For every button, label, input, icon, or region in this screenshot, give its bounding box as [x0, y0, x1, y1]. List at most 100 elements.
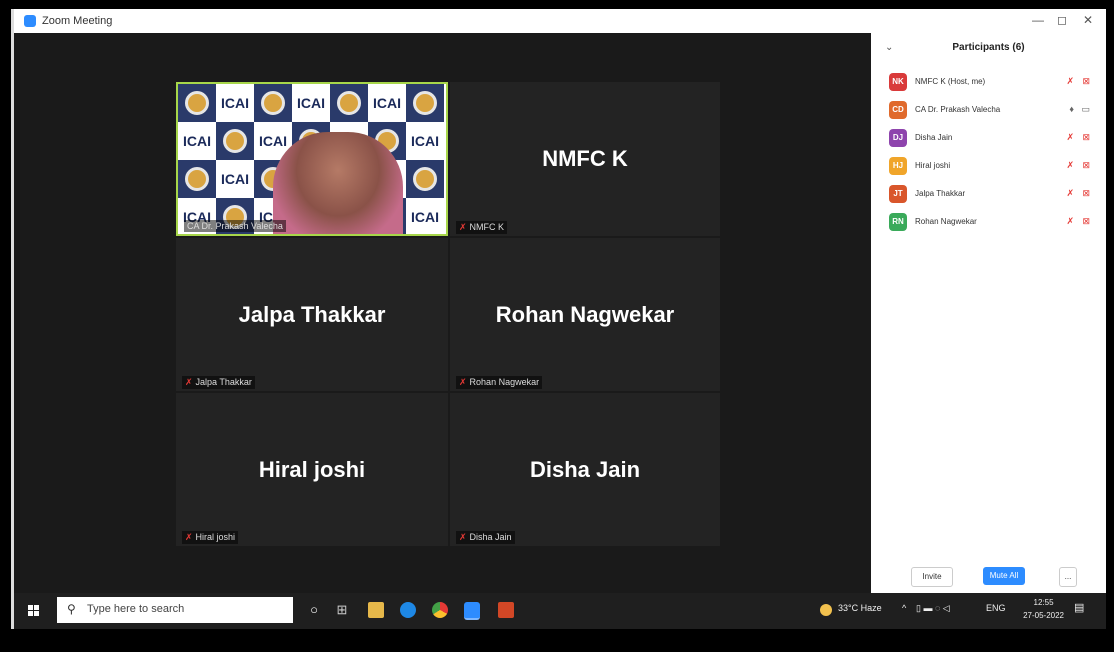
muted-mic-icon[interactable]: ✗ [1066, 132, 1074, 143]
participants-title: Participants (6) [952, 42, 1025, 53]
windows-taskbar: ⚲ Type here to search ○ ⊞ 33°C Haze ^ ▯ … [14, 593, 1106, 629]
muted-mic-icon[interactable]: ✗ [1066, 216, 1074, 227]
muted-mic-icon: ✗ [459, 377, 467, 387]
avatar: RN [889, 213, 907, 231]
video-off-icon[interactable]: ⊠ [1082, 132, 1090, 143]
tray-chevron-icon[interactable]: ^ [902, 603, 906, 613]
video-off-icon[interactable]: ⊠ [1082, 160, 1090, 171]
icai-logo-icon [178, 84, 216, 122]
taskbar-search-box[interactable]: ⚲ Type here to search [57, 597, 293, 623]
title-bar: Zoom Meeting — ◻ ✕ [14, 9, 1106, 33]
icai-logo-icon [254, 84, 292, 122]
mic-icon[interactable]: ♦ [1069, 104, 1074, 114]
tile-jalpa-thakkar[interactable]: Jalpa Thakkar ✗ Jalpa Thakkar [176, 238, 448, 391]
muted-mic-icon: ✗ [459, 222, 467, 232]
avatar: DJ [889, 129, 907, 147]
icai-logo-icon [406, 160, 444, 198]
participants-header: ⌄ Participants (6) [871, 33, 1106, 63]
tile-nmfc-k[interactable]: NMFC K ✗ NMFC K [450, 82, 720, 236]
file-explorer-icon[interactable] [368, 602, 384, 618]
icai-text: ICAI [373, 95, 401, 111]
icai-text: ICAI [297, 95, 325, 111]
clock-time: 12:55 [1033, 598, 1054, 607]
participant-row[interactable]: HJ Hiral joshi ✗ ⊠ [871, 153, 1106, 181]
window-title: Zoom Meeting [42, 15, 113, 27]
video-off-icon[interactable]: ⊠ [1082, 188, 1090, 199]
participant-name: Rohan Nagwekar [915, 217, 977, 226]
tile-name: Disha Jain [529, 456, 641, 482]
icai-text: ICAI [221, 95, 249, 111]
edge-icon[interactable] [400, 602, 416, 618]
participant-row[interactable]: JT Jalpa Thakkar ✗ ⊠ [871, 181, 1106, 209]
tray-icons[interactable]: ▯ ▬ ◌ ◁ [916, 603, 950, 614]
participant-row[interactable]: CD CA Dr. Prakash Valecha ♦ ▭ [871, 97, 1106, 125]
video-icon[interactable]: ▭ [1081, 104, 1090, 115]
weather-text[interactable]: 33°C Haze [838, 603, 882, 613]
icai-logo-icon [406, 84, 444, 122]
tile-label: ✗ Disha Jain [456, 531, 515, 544]
icai-logo-icon [216, 122, 254, 160]
muted-mic-icon[interactable]: ✗ [1066, 188, 1074, 199]
icai-text: ICAI [183, 133, 211, 149]
tile-name: Hiral joshi [258, 456, 366, 482]
tile-name: Rohan Nagwekar [495, 301, 675, 327]
weather-icon[interactable] [820, 604, 832, 616]
zoom-window: Zoom Meeting — ◻ ✕ ICAI ICAI ICAI ICAI ICAI I… [11, 9, 1106, 629]
search-icon: ⚲ [67, 602, 76, 616]
tile-label: ✗ Hiral joshi [182, 531, 239, 544]
muted-mic-icon[interactable]: ✗ [1066, 160, 1074, 171]
invite-button[interactable]: Invite [911, 567, 953, 587]
tile-label: CA Dr. Prakash Valecha [184, 220, 286, 232]
icai-logo-icon [178, 160, 216, 198]
system-clock[interactable]: 12:55 27-05-2022 [1023, 596, 1064, 622]
avatar: CD [889, 101, 907, 119]
icai-text: ICAI [411, 133, 439, 149]
video-tile-active-speaker[interactable]: ICAIICAIICAIICAIICAIICAIICAIICAIICAIICAI… [176, 82, 448, 236]
language-indicator[interactable]: ENG [986, 603, 1006, 613]
participant-name: Jalpa Thakkar [915, 189, 966, 198]
participant-row[interactable]: NK NMFC K (Host, me) ✗ ⊠ [871, 69, 1106, 97]
avatar: HJ [889, 157, 907, 175]
video-off-icon[interactable]: ⊠ [1082, 216, 1090, 227]
cortana-icon[interactable]: ○ [306, 602, 322, 618]
tile-hiral-joshi[interactable]: Hiral joshi ✗ Hiral joshi [176, 393, 448, 546]
clock-date: 27-05-2022 [1023, 611, 1064, 620]
close-button[interactable]: ✕ [1078, 13, 1098, 27]
participant-name: Disha Jain [915, 133, 953, 142]
tile-rohan-nagwekar[interactable]: Rohan Nagwekar ✗ Rohan Nagwekar [450, 238, 720, 391]
muted-mic-icon: ✗ [185, 377, 193, 387]
search-placeholder: Type here to search [87, 603, 185, 615]
tile-name: Jalpa Thakkar [238, 301, 386, 327]
powerpoint-icon[interactable] [498, 602, 514, 618]
minimize-button[interactable]: — [1028, 13, 1048, 27]
task-view-icon[interactable]: ⊞ [334, 602, 350, 618]
muted-mic-icon[interactable]: ✗ [1066, 76, 1074, 87]
participant-name: CA Dr. Prakash Valecha [915, 105, 1001, 114]
chrome-icon[interactable] [432, 602, 448, 618]
tile-name: NMFC K [542, 146, 628, 171]
more-button[interactable]: ... [1059, 567, 1077, 587]
icai-text: ICAI [221, 171, 249, 187]
collapse-chevron-icon[interactable]: ⌄ [885, 33, 893, 63]
tile-label: ✗ Jalpa Thakkar [182, 376, 255, 389]
gallery-view: ICAIICAIICAIICAIICAIICAIICAIICAIICAIICAI… [14, 33, 871, 593]
zoom-taskbar-icon[interactable] [464, 602, 480, 620]
mute-all-button[interactable]: Mute All [983, 567, 1025, 585]
avatar: JT [889, 185, 907, 203]
maximize-button[interactable]: ◻ [1052, 13, 1072, 27]
icai-logo-icon [330, 84, 368, 122]
tile-label: ✗ Rohan Nagwekar [456, 376, 543, 389]
participant-row[interactable]: DJ Disha Jain ✗ ⊠ [871, 125, 1106, 153]
participants-footer: Invite Mute All ... [871, 563, 1106, 593]
notification-icon[interactable]: ▤ [1074, 601, 1084, 614]
participants-panel: ⌄ Participants (6) NK NMFC K (Host, me) … [871, 33, 1106, 593]
icai-text: ICAI [411, 209, 439, 225]
participant-name: Hiral joshi [915, 161, 951, 170]
tile-label: ✗ NMFC K [456, 221, 508, 234]
windows-start-icon[interactable] [28, 605, 40, 617]
avatar: NK [889, 73, 907, 91]
video-off-icon[interactable]: ⊠ [1082, 76, 1090, 87]
zoom-logo-icon [24, 15, 36, 27]
tile-disha-jain[interactable]: Disha Jain ✗ Disha Jain [450, 393, 720, 546]
participant-row[interactable]: RN Rohan Nagwekar ✗ ⊠ [871, 209, 1106, 237]
